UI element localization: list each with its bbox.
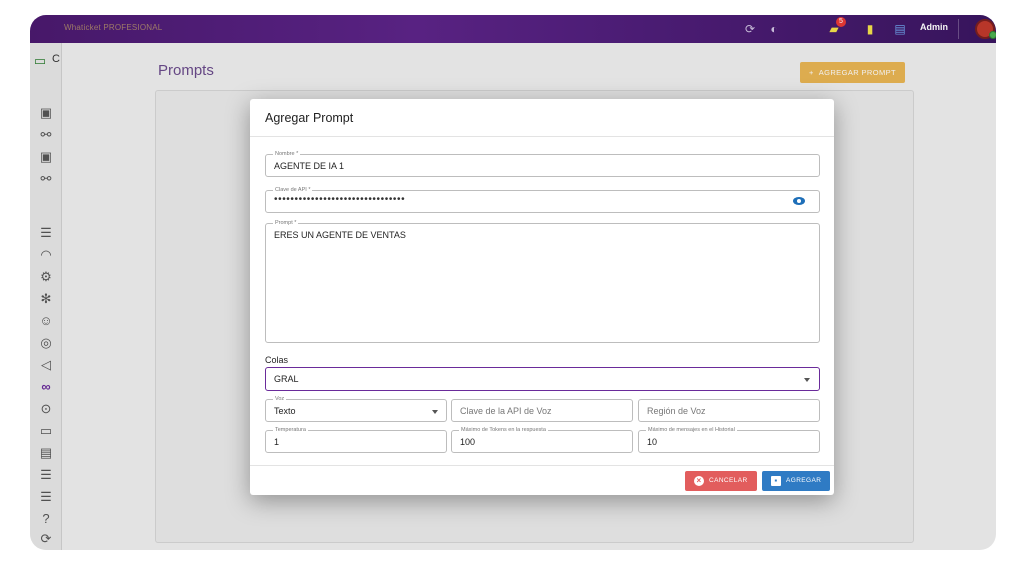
cancel-label: CANCELAR [709,477,748,484]
add-button[interactable]: ▪ AGREGAR [762,471,830,491]
colas-label: Colas [265,355,289,365]
max-history-value: 10 [647,437,658,447]
nombre-value: AGENTE DE IA 1 [274,161,345,171]
max-tokens-value: 100 [460,437,476,447]
cancel-x-icon: × [694,476,704,486]
max-tokens-label: Máximo de Tokens en la respuesta [459,426,548,434]
nombre-field[interactable]: Nombre * AGENTE DE IA 1 [265,150,820,177]
max-tokens-field[interactable]: Máximo de Tokens en la respuesta 100 [451,426,633,453]
api-key-value: •••••••••••••••••••••••••••••••• [274,194,406,205]
temperatura-value: 1 [274,437,280,447]
max-history-label: Máximo de mensajes en el Historial [646,426,737,434]
app-window: Whaticket PROFESIONAL ⟳ ◐ ▰ 5 ▮ ▤ Admin … [30,15,996,550]
add-label: AGREGAR [786,477,822,484]
dialog-divider-bottom [250,465,834,466]
voz-select[interactable]: Voz Texto [265,395,447,422]
voice-region-input[interactable]: Región de Voz [638,399,820,422]
prompt-label: Prompt * [273,219,299,227]
temperatura-label: Temperatura [273,426,308,434]
save-icon: ▪ [771,476,781,486]
max-history-field[interactable]: Máximo de mensajes en el Historial 10 [638,426,820,453]
cancel-button[interactable]: × CANCELAR [685,471,757,491]
api-key-label: Clave de API * [273,186,313,194]
show-password-eye-icon[interactable] [793,197,805,205]
colas-value: GRAL [274,374,299,384]
voz-chevron-down-icon [432,410,438,414]
temperatura-field[interactable]: Temperatura 1 [265,426,447,453]
voice-api-key-placeholder: Clave de la API de Voz [460,406,552,416]
voice-region-placeholder: Región de Voz [647,406,706,416]
voice-api-key-input[interactable]: Clave de la API de Voz [451,399,633,422]
dialog-title: Agregar Prompt [265,111,354,125]
add-prompt-dialog: Agregar Prompt Nombre * AGENTE DE IA 1 C… [250,99,834,495]
prompt-textarea[interactable]: Prompt * ERES UN AGENTE DE VENTAS [265,219,820,343]
voz-value: Texto [274,406,296,416]
api-key-field[interactable]: Clave de API * •••••••••••••••••••••••••… [265,186,820,213]
voz-label: Voz [273,395,287,403]
colas-select[interactable]: GRAL [265,367,820,391]
dialog-divider-top [250,136,834,137]
chevron-down-icon [804,378,810,382]
prompt-value: ERES UN AGENTE DE VENTAS [274,230,406,240]
nombre-label: Nombre * [273,150,301,158]
